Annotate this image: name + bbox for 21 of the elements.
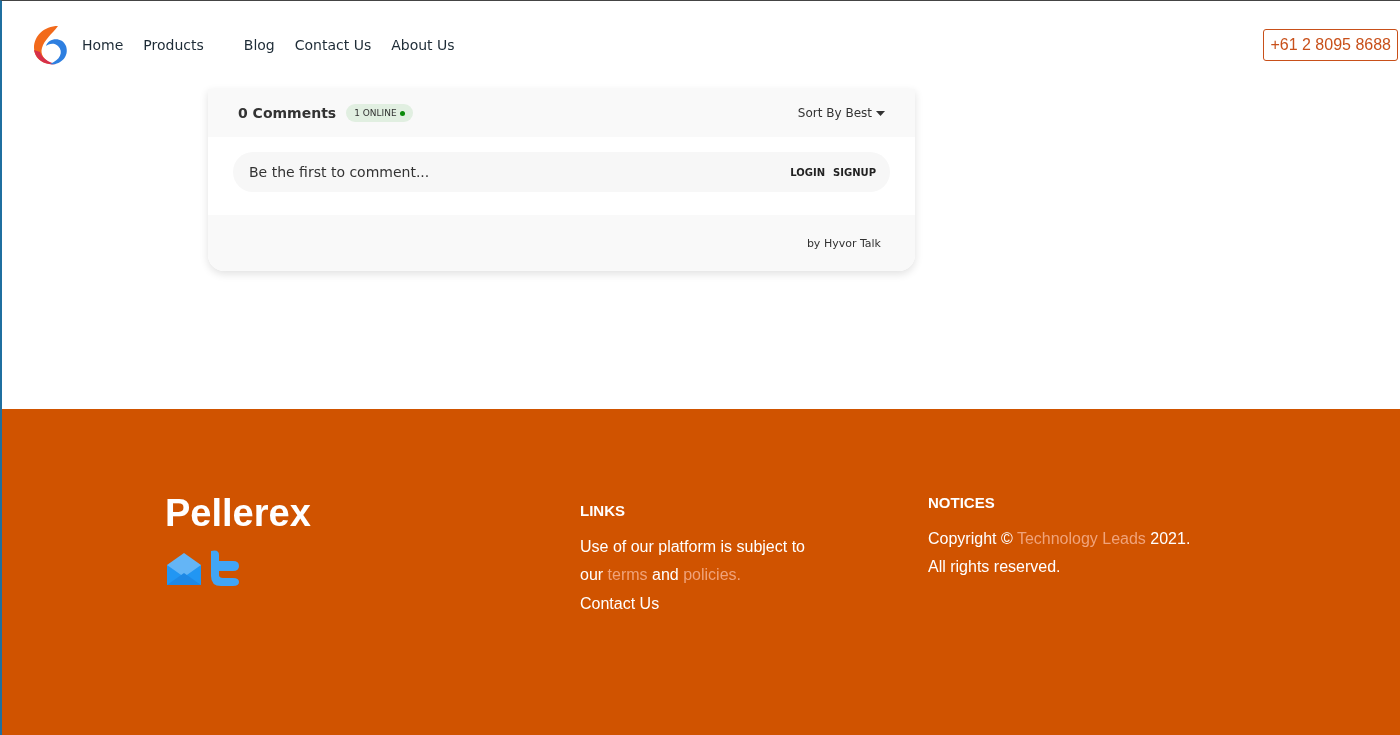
nav-link[interactable]: About Us — [391, 37, 455, 53]
links-heading: LINKS — [580, 502, 626, 519]
nav-link[interactable]: Blog — [243, 37, 275, 53]
online-badge: 1 ONLINE — [346, 104, 413, 122]
nav-link[interactable]: Contact Us — [294, 37, 372, 53]
credit-link[interactable]: by Hyvor Talk — [806, 236, 881, 250]
caret-icon — [876, 110, 885, 116]
sort-dropdown[interactable]: Sort By Best — [797, 106, 885, 120]
comment-count: 0 Comments — [238, 105, 337, 121]
comment-field[interactable]: Be the first to comment... LOGIN SIGNUP — [233, 152, 890, 192]
nav-link[interactable]: Products — [143, 37, 204, 53]
nav-link[interactable]: Home — [82, 37, 124, 53]
notice-text: All rights reserved. — [928, 557, 1062, 577]
signup-link[interactable]: SIGNUP — [833, 166, 876, 178]
phone-button[interactable]: +61 2 8095 8688 — [1263, 29, 1398, 61]
policy-text: Use of our platform is subject to our terms and policies. — [580, 537, 806, 585]
login-link[interactable]: LOGIN — [790, 166, 826, 178]
contact-link[interactable]: Contact Us — [580, 595, 928, 613]
notices-heading: NOTICES — [928, 494, 996, 511]
notice-text: Copyright © Technology Leads 2021. — [928, 529, 1192, 549]
brand-name: Pellerex — [165, 492, 312, 535]
